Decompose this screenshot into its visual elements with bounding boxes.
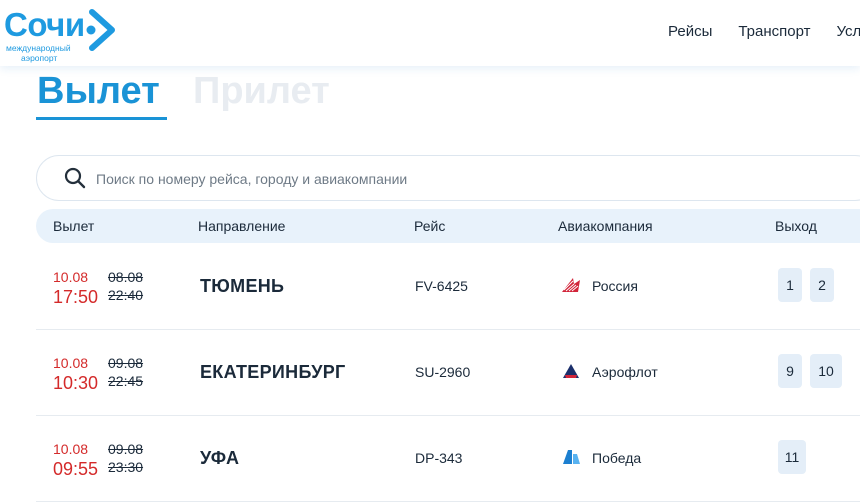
nav-item-services[interactable]: Услуги <box>837 23 860 40</box>
new-time: 17:50 <box>53 287 98 308</box>
table-row[interactable]: 10.08 10:30 09.08 22:45 ЕКАТЕРИНБУРГ SU-… <box>36 329 860 416</box>
column-header-airline: Авиакомпания <box>558 218 653 234</box>
destination-city[interactable]: УФА <box>200 448 239 469</box>
scheduled-time: 22:45 <box>108 373 143 389</box>
scheduled-time: 22:40 <box>108 287 143 303</box>
logo-subtitle: аэропорт <box>21 53 57 63</box>
gate-list: 9 10 <box>778 354 842 388</box>
scheduled-date: 09.08 <box>108 441 143 457</box>
new-date: 10.08 <box>53 441 88 457</box>
scheduled-date: 08.08 <box>108 269 143 285</box>
logo-arrow-icon <box>86 8 120 52</box>
nav-item-transport[interactable]: Транспорт <box>738 23 810 40</box>
column-header-destination: Направление <box>198 218 285 234</box>
new-time: 10:30 <box>53 373 98 394</box>
new-date: 10.08 <box>53 355 88 371</box>
site-header: Сочи международный аэропорт Рейсы Трансп… <box>0 0 860 66</box>
nav-item-flights[interactable]: Рейсы <box>668 23 712 40</box>
column-header-flight: Рейс <box>414 218 445 234</box>
new-date: 10.08 <box>53 269 88 285</box>
airport-logo[interactable]: Сочи международный аэропорт <box>4 4 124 62</box>
main-nav: Рейсы Транспорт Услуги <box>668 23 860 40</box>
destination-city[interactable]: ЕКАТЕРИНБУРГ <box>200 362 346 383</box>
destination-city[interactable]: ТЮМЕНЬ <box>200 276 284 297</box>
airline-name: Победа <box>592 450 641 466</box>
gate-badge: 2 <box>810 268 834 302</box>
table-row[interactable]: 10.08 17:50 08.08 22:40 ТЮМЕНЬ FV-6425 Р… <box>36 243 860 330</box>
gate-badge: 1 <box>778 268 802 302</box>
gate-badge: 9 <box>778 354 802 388</box>
tab-departure[interactable]: Вылет <box>37 70 160 113</box>
column-header-departure: Вылет <box>53 218 94 234</box>
flight-number[interactable]: DP-343 <box>415 450 462 466</box>
active-tab-indicator <box>36 117 167 120</box>
table-row[interactable]: 10.08 09:55 09.08 23:30 УФА DP-343 Побед… <box>36 415 860 502</box>
aeroflot-logo-icon <box>561 362 581 380</box>
flight-search <box>36 155 860 201</box>
table-header: Вылет Направление Рейс Авиакомпания Выхо… <box>36 209 860 243</box>
airline-name: Аэрофлот <box>592 364 658 380</box>
gate-badge: 11 <box>778 440 806 474</box>
pobeda-logo-icon <box>561 448 581 466</box>
search-input[interactable] <box>94 165 858 193</box>
scheduled-date: 09.08 <box>108 355 143 371</box>
flight-number[interactable]: SU-2960 <box>415 364 470 380</box>
logo-name: Сочи <box>4 6 85 44</box>
flight-number[interactable]: FV-6425 <box>415 278 468 294</box>
airline-name: Россия <box>592 278 638 294</box>
gate-list: 11 <box>778 440 806 474</box>
column-header-gate: Выход <box>775 218 817 234</box>
new-time: 09:55 <box>53 459 98 480</box>
scheduled-time: 23:30 <box>108 459 143 475</box>
search-icon[interactable] <box>64 167 86 189</box>
gate-list: 1 2 <box>778 268 834 302</box>
tab-arrival[interactable]: Прилет <box>193 70 330 113</box>
rossiya-logo-icon <box>561 276 581 294</box>
gate-badge: 10 <box>810 354 842 388</box>
logo-subtitle: международный <box>6 43 71 53</box>
